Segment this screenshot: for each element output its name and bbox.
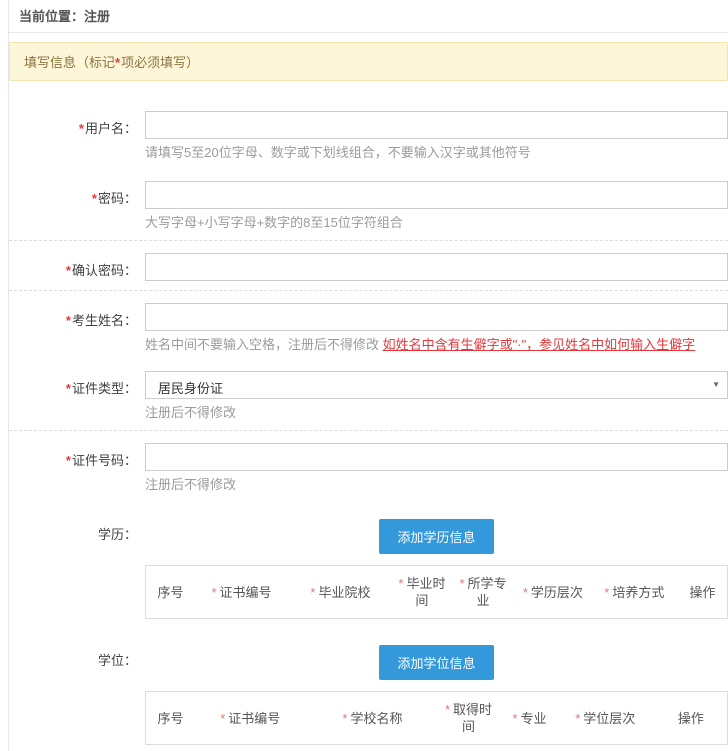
id-type-hint: 注册后不得修改 — [145, 405, 728, 421]
info-banner: 填写信息（标记*项必须填写） — [9, 42, 728, 81]
required-star: * — [115, 55, 120, 70]
id-type-label: *证件类型： — [9, 371, 137, 397]
id-type-select[interactable]: 居民身份证 ▼ — [145, 371, 728, 399]
breadcrumb-text: 当前位置：注册 — [19, 9, 110, 24]
education-label: 学历： — [9, 517, 137, 543]
form-group-confirm-password: *确认密码： — [9, 253, 728, 281]
col-header-major: *专业 — [500, 692, 558, 745]
id-type-selected-value: 居民身份证 — [158, 381, 223, 396]
col-header-degree-level: *学位层次 — [559, 692, 652, 745]
col-header-school-name: *学校名称 — [308, 692, 436, 745]
banner-text-pre: 填写信息（标记 — [24, 55, 115, 70]
id-number-input[interactable] — [145, 443, 728, 471]
col-header-training-type: *培养方式 — [594, 566, 675, 619]
form-group-education: 学历： 添加学历信息 序号 *证书编号 *毕业院校 *毕业时间 *所学专业 *学… — [9, 517, 728, 619]
required-star: * — [66, 263, 71, 278]
username-label: *用户名： — [9, 111, 137, 137]
dashed-divider — [9, 290, 728, 291]
chevron-down-icon: ▼ — [712, 381, 720, 389]
confirm-password-input[interactable] — [145, 253, 728, 281]
col-header-major: *所学专业 — [454, 566, 512, 619]
col-header-graduation-time: *毕业时间 — [390, 566, 454, 619]
col-header-actions: 操作 — [675, 566, 727, 619]
breadcrumb: 当前位置：注册 — [9, 0, 728, 33]
form-group-candidate-name: *考生姓名： 姓名中间不要输入空格，注册后不得修改 如姓名中含有生僻字或"·"，… — [9, 303, 728, 353]
password-input[interactable] — [145, 181, 728, 209]
candidate-name-hint: 姓名中间不要输入空格，注册后不得修改 如姓名中含有生僻字或"·"，参见姓名中如何… — [145, 337, 728, 353]
required-star: * — [66, 381, 71, 396]
password-label: *密码： — [9, 181, 137, 207]
degree-label: 学位： — [9, 643, 137, 669]
required-star: * — [79, 121, 84, 136]
col-header-actions: 操作 — [652, 692, 728, 745]
required-star: * — [66, 453, 71, 468]
form-group-degree: 学位： 添加学位信息 序号 *证书编号 *学校名称 *取得时间 *专业 *学位层… — [9, 643, 728, 745]
education-table: 序号 *证书编号 *毕业院校 *毕业时间 *所学专业 *学历层次 *培养方式 操… — [145, 565, 728, 619]
form-group-id-type: *证件类型： 居民身份证 ▼ 注册后不得修改 — [9, 371, 728, 421]
confirm-password-label: *确认密码： — [9, 253, 137, 279]
education-table-header-row: 序号 *证书编号 *毕业院校 *毕业时间 *所学专业 *学历层次 *培养方式 操… — [146, 566, 728, 619]
required-star: * — [66, 313, 71, 328]
degree-table: 序号 *证书编号 *学校名称 *取得时间 *专业 *学位层次 操作 — [145, 691, 728, 745]
add-education-button[interactable]: 添加学历信息 — [379, 519, 493, 554]
col-header-cert-number: *证书编号 — [192, 566, 291, 619]
degree-table-header-row: 序号 *证书编号 *学校名称 *取得时间 *专业 *学位层次 操作 — [146, 692, 728, 745]
col-header-education-level: *学历层次 — [512, 566, 593, 619]
registration-form: *用户名： 请填写5至20位字母、数字或下划线组合，不要输入汉字或其他符号 *密… — [9, 111, 728, 751]
col-header-cert-number: *证书编号 — [192, 692, 308, 745]
candidate-name-input[interactable] — [145, 303, 728, 331]
id-number-hint: 注册后不得修改 — [145, 477, 728, 493]
col-header-seq: 序号 — [146, 692, 193, 745]
username-hint: 请填写5至20位字母、数字或下划线组合，不要输入汉字或其他符号 — [145, 145, 728, 161]
page-container: 当前位置：注册 填写信息（标记*项必须填写） *用户名： 请填写5至20位字母、… — [8, 0, 728, 751]
form-group-password: *密码： 大写字母+小写字母+数字的8至15位字符组合 — [9, 181, 728, 231]
form-group-username: *用户名： 请填写5至20位字母、数字或下划线组合，不要输入汉字或其他符号 — [9, 111, 728, 161]
dashed-divider — [9, 240, 728, 241]
username-input[interactable] — [145, 111, 728, 139]
candidate-name-hint-text: 姓名中间不要输入空格，注册后不得修改 — [145, 337, 383, 352]
form-group-id-number: *证件号码： 注册后不得修改 — [9, 443, 728, 493]
col-header-school: *毕业院校 — [291, 566, 390, 619]
required-star: * — [92, 191, 97, 206]
col-header-seq: 序号 — [146, 566, 193, 619]
add-degree-button[interactable]: 添加学位信息 — [379, 645, 493, 680]
password-hint: 大写字母+小写字母+数字的8至15位字符组合 — [145, 215, 728, 231]
candidate-name-label: *考生姓名： — [9, 303, 137, 329]
id-number-label: *证件号码： — [9, 443, 137, 469]
rare-character-help-link[interactable]: 如姓名中含有生僻字或"·"，参见姓名中如何输入生僻字 — [383, 337, 696, 352]
dashed-divider — [9, 430, 728, 431]
banner-text-post: 项必须填写） — [121, 55, 199, 70]
col-header-obtain-time: *取得时间 — [436, 692, 500, 745]
